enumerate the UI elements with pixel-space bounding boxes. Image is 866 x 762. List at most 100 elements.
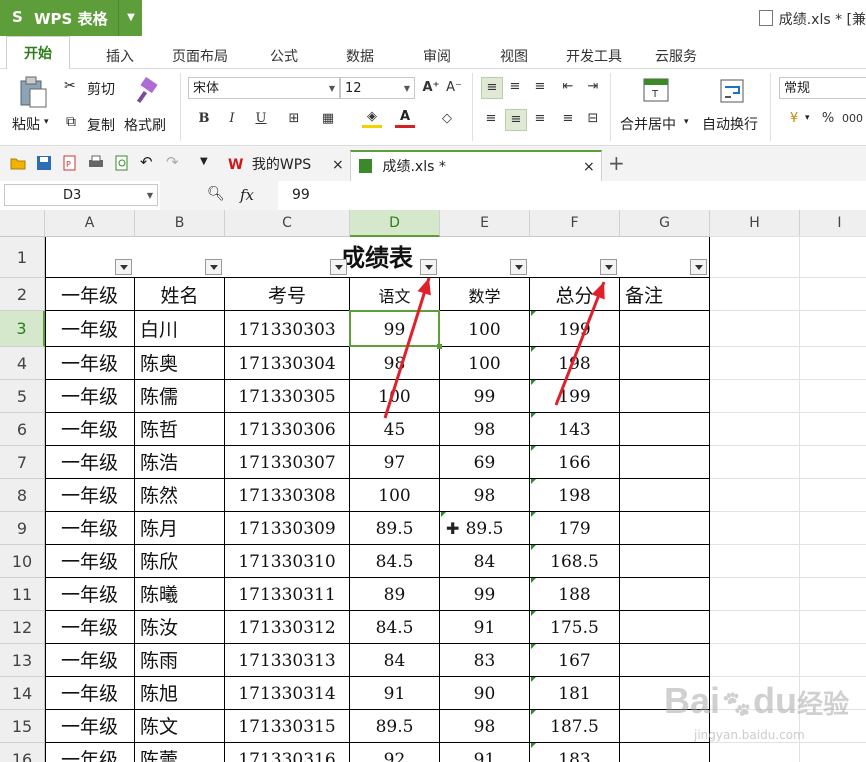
table-cell[interactable]: 89.5 [350, 710, 440, 743]
close-icon[interactable]: × [332, 150, 344, 181]
row-header[interactable]: 3 [0, 311, 45, 347]
paste-button[interactable]: 粘贴 [12, 114, 40, 134]
table-cell[interactable]: 91 [350, 677, 440, 710]
row-header[interactable]: 13 [0, 644, 45, 677]
justify-icon[interactable]: ≡ [558, 109, 578, 129]
tab-review[interactable]: 审阅 [423, 46, 451, 66]
table-cell[interactable] [620, 413, 710, 446]
increase-indent-icon[interactable]: ⇥ [583, 77, 603, 97]
tab-page-layout[interactable]: 页面布局 [172, 46, 228, 66]
table-cell[interactable]: 白川 [135, 311, 225, 347]
table-cell[interactable] [620, 347, 710, 380]
table-cell[interactable]: 91 [440, 743, 530, 762]
row-header[interactable]: 15 [0, 710, 45, 743]
percent-button[interactable]: % [818, 109, 838, 129]
table-cell[interactable]: 陈月 [135, 512, 225, 545]
table-cell[interactable]: 84.5 [350, 545, 440, 578]
table-cell[interactable]: 171330315 [225, 710, 350, 743]
chevron-down-icon[interactable]: ▼ [118, 0, 143, 36]
font-name-select[interactable]: 宋体 ▼ [188, 77, 340, 99]
row-header[interactable]: 4 [0, 347, 45, 380]
align-middle-icon[interactable]: ≡ [505, 77, 525, 97]
table-cell[interactable]: 一年级 [45, 743, 135, 762]
table-cell[interactable]: 69 [440, 446, 530, 479]
table-cell[interactable] [620, 743, 710, 762]
merge-center-button[interactable]: 合并居中 [620, 114, 676, 134]
selected-cell[interactable] [349, 310, 440, 347]
filter-dropdown-button[interactable] [690, 259, 707, 275]
tab-formulas[interactable]: 公式 [270, 46, 298, 66]
table-cell[interactable]: 171330311 [225, 578, 350, 611]
tab-document[interactable]: 成绩.xls * × [350, 150, 602, 183]
fill-color-icon[interactable]: ◈ [362, 109, 382, 128]
column-header[interactable]: B [135, 210, 225, 237]
table-cell[interactable]: 171330310 [225, 545, 350, 578]
table-cell[interactable]: 167 [530, 644, 620, 677]
table-cell[interactable]: 100 [440, 311, 530, 347]
table-cell[interactable]: 陈汝 [135, 611, 225, 644]
table-cell[interactable]: 98 [440, 710, 530, 743]
table-cell[interactable]: 92 [350, 743, 440, 762]
table-cell[interactable]: 171330313 [225, 644, 350, 677]
select-all-corner[interactable] [0, 210, 45, 237]
table-cell[interactable]: 一年级 [45, 413, 135, 446]
table-cell[interactable]: 100 [350, 380, 440, 413]
print-preview-icon[interactable] [114, 155, 130, 171]
table-cell[interactable]: 陈哲 [135, 413, 225, 446]
formula-input[interactable]: 99 [292, 187, 310, 203]
row-header[interactable]: 12 [0, 611, 45, 644]
open-folder-icon[interactable] [10, 155, 26, 171]
fill-pattern-icon[interactable]: ▦ [318, 109, 338, 129]
table-cell[interactable]: 181 [530, 677, 620, 710]
table-cell[interactable]: 175.5 [530, 611, 620, 644]
save-icon[interactable] [36, 155, 52, 171]
table-cell[interactable]: 一年级 [45, 710, 135, 743]
table-cell[interactable]: 171330309 [225, 512, 350, 545]
table-cell[interactable] [620, 380, 710, 413]
column-header[interactable]: A [45, 210, 135, 237]
table-cell[interactable]: 171330305 [225, 380, 350, 413]
column-header[interactable]: C [225, 210, 350, 237]
distribute-icon[interactable]: ⊟ [583, 109, 603, 129]
table-cell[interactable]: 89 [350, 578, 440, 611]
table-cell[interactable]: 一年级 [45, 311, 135, 347]
table-cell[interactable] [620, 446, 710, 479]
row-header[interactable]: 1 [0, 237, 45, 278]
align-left-icon[interactable]: ≡ [481, 109, 501, 129]
table-cell[interactable]: 一年级 [45, 677, 135, 710]
table-cell[interactable]: 陈儒 [135, 380, 225, 413]
table-cell[interactable]: 171330316 [225, 743, 350, 762]
tab-cloud[interactable]: 云服务 [655, 46, 697, 66]
table-cell[interactable]: 100 [350, 479, 440, 512]
table-cell[interactable] [620, 644, 710, 677]
new-tab-icon[interactable]: + [608, 151, 625, 175]
table-cell[interactable]: 183 [530, 743, 620, 762]
table-cell[interactable]: 188 [530, 578, 620, 611]
filter-dropdown-button[interactable] [510, 259, 527, 275]
column-title[interactable]: 姓名 [135, 278, 225, 311]
table-cell[interactable]: 171330312 [225, 611, 350, 644]
comma-style-icon[interactable]: 000 [842, 109, 863, 129]
row-header[interactable]: 2 [0, 278, 45, 311]
table-cell[interactable]: 97 [350, 446, 440, 479]
row-header[interactable]: 5 [0, 380, 45, 413]
table-cell[interactable]: 陈蕾 [135, 743, 225, 762]
app-menu-button[interactable]: S WPS 表格 ▼ [0, 0, 142, 36]
table-cell[interactable]: 171330308 [225, 479, 350, 512]
table-cell[interactable]: 179 [530, 512, 620, 545]
row-header[interactable]: 8 [0, 479, 45, 512]
table-cell[interactable]: 84 [440, 545, 530, 578]
table-cell[interactable]: 一年级 [45, 446, 135, 479]
table-cell[interactable]: 199 [530, 380, 620, 413]
table-cell[interactable]: 84.5 [350, 611, 440, 644]
chevron-down-icon[interactable]: ▾ [805, 113, 810, 123]
increase-font-icon[interactable]: A⁺ [421, 78, 441, 98]
italic-button[interactable]: I [222, 109, 242, 129]
table-cell[interactable] [620, 512, 710, 545]
format-painter-icon[interactable] [134, 77, 160, 105]
underline-button[interactable]: U [251, 109, 271, 129]
table-cell[interactable]: 陈雨 [135, 644, 225, 677]
table-cell[interactable] [620, 479, 710, 512]
column-header[interactable]: D [350, 210, 440, 237]
table-cell[interactable]: 一年级 [45, 479, 135, 512]
